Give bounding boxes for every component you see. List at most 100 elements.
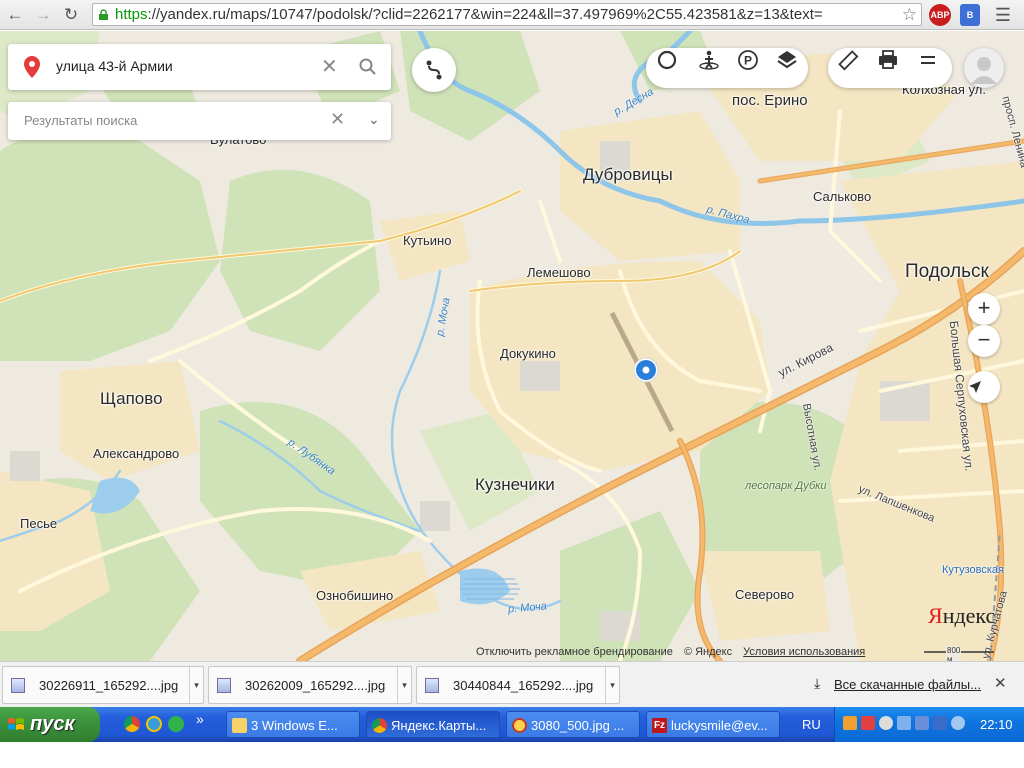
quicklaunch-icon[interactable]: [168, 716, 184, 732]
place-label[interactable]: Северово: [735, 587, 794, 602]
metro-label: Кутузовская: [942, 564, 1004, 576]
chrome-icon: [372, 718, 387, 733]
place-label[interactable]: пос. Ерино: [732, 92, 808, 109]
taskbar-item-ftp[interactable]: Fz luckysmile@ev...: [646, 711, 780, 738]
close-icon[interactable]: ✕: [994, 674, 1007, 692]
place-label[interactable]: Дубровицы: [583, 165, 673, 185]
traffic-icon[interactable]: [655, 48, 679, 72]
dropdown-arrow-icon[interactable]: ▾: [605, 667, 619, 703]
download-item[interactable]: 30262009_165292....jpg ▾: [208, 666, 412, 704]
browser-toolbar: ← → ↻ https://yandex.ru/maps/10747/podol…: [0, 0, 1024, 30]
tray-icon[interactable]: [843, 716, 857, 730]
download-item[interactable]: 30440844_165292....jpg ▾: [416, 666, 620, 704]
place-label[interactable]: Докукино: [500, 346, 556, 361]
dropdown-arrow-icon[interactable]: ▾: [189, 667, 203, 703]
clear-icon[interactable]: ✕: [321, 54, 338, 79]
start-button[interactable]: пуск: [0, 707, 100, 742]
place-label[interactable]: Александрово: [93, 446, 179, 461]
place-label[interactable]: Кузнечики: [475, 475, 555, 495]
geolocation-button[interactable]: [968, 371, 1000, 403]
download-filename: 30226911_165292....jpg: [39, 678, 179, 693]
menu-icon[interactable]: ☰: [992, 4, 1014, 26]
folder-icon: [232, 718, 247, 733]
route-button[interactable]: [412, 48, 456, 92]
tray-icon[interactable]: [933, 716, 947, 730]
dropdown-arrow-icon[interactable]: ▾: [397, 667, 411, 703]
panorama-icon[interactable]: [697, 48, 721, 72]
layers-icon[interactable]: [775, 48, 799, 72]
image-file-icon: [217, 678, 231, 693]
place-label[interactable]: Подольск: [905, 261, 989, 283]
chevron-down-icon[interactable]: ⌄: [368, 111, 380, 128]
system-tray: 22:10: [834, 707, 1024, 742]
print-icon[interactable]: [876, 48, 900, 72]
location-marker-icon[interactable]: [631, 355, 661, 385]
chrome-icon[interactable]: [124, 716, 140, 732]
results-clear-icon[interactable]: ✕: [330, 109, 345, 130]
extension-b-icon[interactable]: B: [960, 4, 980, 26]
search-panel: улица 43-й Армии ✕: [8, 44, 391, 90]
taskbar: пуск » 3 Windows E... Яндекс.Карты... 30…: [0, 707, 1024, 742]
copyright-bar: Отключить рекламное брендирование © Янде…: [476, 646, 873, 658]
tray-icon[interactable]: [915, 716, 929, 730]
desktop-bottom-area: [0, 742, 1024, 768]
tray-icon[interactable]: [897, 716, 911, 730]
url-text: https://yandex.ru/maps/10747/podolsk/?cl…: [115, 6, 823, 23]
tools-toolbar: [828, 48, 952, 88]
image-viewer-icon: [512, 718, 527, 733]
download-shelf: 30226911_165292....jpg ▾ 30262009_165292…: [0, 661, 1024, 707]
download-icon: ⤓: [814, 675, 821, 691]
place-label[interactable]: Щапово: [100, 389, 163, 409]
user-icon: [971, 57, 997, 84]
location-pin-icon: [24, 56, 40, 78]
ie-icon[interactable]: [146, 716, 162, 732]
windows-logo-icon: [8, 718, 24, 730]
tray-icon[interactable]: [951, 716, 965, 730]
download-item[interactable]: 30226911_165292....jpg ▾: [2, 666, 204, 704]
address-bar[interactable]: https://yandex.ru/maps/10747/podolsk/?cl…: [92, 3, 922, 26]
adblock-icon[interactable]: ABP: [929, 4, 951, 26]
tray-icon[interactable]: [879, 716, 893, 730]
ruler-icon[interactable]: [836, 48, 860, 72]
route-icon: [426, 60, 442, 80]
map-canvas[interactable]: Вулатово пос. Ерино Колхозная ул. Дубров…: [0, 31, 1024, 661]
star-icon[interactable]: ☆: [902, 4, 917, 25]
parking-icon[interactable]: P: [736, 48, 760, 72]
show-all-downloads-link[interactable]: Все скачанные файлы...: [834, 677, 981, 692]
lock-icon: [99, 9, 108, 20]
taskbar-item-image[interactable]: 3080_500.jpg ...: [506, 711, 640, 738]
place-label[interactable]: Кутьино: [403, 233, 451, 248]
geolocation-icon: [969, 381, 981, 393]
zoom-out-button[interactable]: −: [968, 325, 1000, 357]
image-file-icon: [11, 678, 25, 693]
tray-icon[interactable]: [861, 716, 875, 730]
language-indicator[interactable]: RU: [802, 717, 821, 732]
place-label[interactable]: Лемешово: [527, 265, 591, 280]
zoom-in-button[interactable]: +: [968, 293, 1000, 325]
search-input[interactable]: улица 43-й Армии: [56, 58, 173, 74]
avatar[interactable]: [964, 48, 1004, 88]
clock[interactable]: 22:10: [980, 717, 1013, 732]
branding-off-link[interactable]: Отключить рекламное брендирование: [476, 646, 673, 658]
park-label: лесопарк Дубки: [745, 480, 827, 492]
forward-icon[interactable]: →: [32, 4, 54, 26]
filezilla-icon: Fz: [652, 718, 667, 733]
yandex-logo[interactable]: Яндекс: [928, 603, 995, 629]
quicklaunch-more-icon[interactable]: »: [196, 711, 204, 727]
search-icon[interactable]: [359, 58, 377, 76]
back-icon[interactable]: ←: [4, 4, 26, 26]
taskbar-item-explorer[interactable]: 3 Windows E...: [226, 711, 360, 738]
menu-lines-icon[interactable]: [916, 48, 940, 72]
copyright-text: © Яндекс: [683, 646, 733, 658]
download-filename: 30262009_165292....jpg: [245, 678, 386, 693]
taskbar-item-browser[interactable]: Яндекс.Карты...: [366, 711, 500, 738]
reload-icon[interactable]: ↻: [60, 4, 82, 26]
layers-toolbar: P: [646, 48, 808, 88]
place-label[interactable]: Песье: [20, 516, 57, 531]
search-results-panel[interactable]: Результаты поиска ✕ ⌄: [8, 102, 391, 140]
terms-link[interactable]: Условия использования: [743, 646, 865, 658]
download-filename: 30440844_165292....jpg: [453, 678, 594, 693]
image-file-icon: [425, 678, 439, 693]
place-label[interactable]: Сальково: [813, 189, 871, 204]
place-label[interactable]: Ознобишино: [316, 588, 393, 603]
